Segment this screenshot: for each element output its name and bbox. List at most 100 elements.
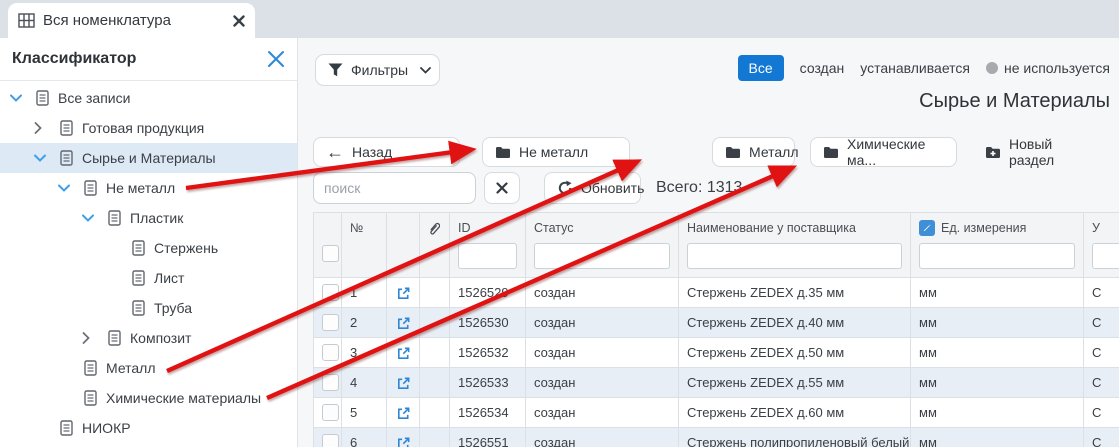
column-label: Наименование у поставщика [687, 219, 902, 237]
row-num: 4 [342, 368, 387, 398]
search-input[interactable] [313, 172, 476, 204]
row-checkbox[interactable] [322, 404, 339, 421]
back-button[interactable]: ← Назад [313, 137, 460, 167]
row-last: С [1084, 338, 1119, 368]
refresh-button[interactable]: Обновить [544, 172, 641, 204]
external-link-icon[interactable] [396, 346, 411, 361]
tree-item-sterzhen[interactable]: Стержень [0, 233, 297, 263]
id-filter-input[interactable] [458, 243, 517, 269]
tree-item-niokr[interactable]: НИОКР [0, 413, 297, 443]
table-row[interactable]: 5 1526534 создан Стержень ZEDEX д.60 мм … [314, 398, 1119, 428]
row-status: создан [526, 308, 679, 338]
name-filter-input[interactable] [687, 243, 902, 269]
refresh-icon [557, 180, 573, 196]
new-section-label: Новый раздел [1009, 136, 1091, 168]
row-num: 1 [342, 278, 387, 308]
chevron-down-icon[interactable] [82, 214, 108, 222]
table-row[interactable]: 1 1526529 создан Стержень ZEDEX д.35 мм … [314, 278, 1119, 308]
row-id: 1526529 [450, 278, 526, 308]
section-button-himicheskie[interactable]: Химические ма... [810, 137, 957, 167]
classifier-tree: Все записи Готовая продукция Сырье и Мат… [0, 81, 297, 443]
status-filter-all[interactable]: Все [738, 55, 784, 81]
document-icon [84, 180, 106, 196]
external-link-icon[interactable] [396, 376, 411, 391]
row-checkbox[interactable] [322, 284, 339, 301]
row-status: создан [526, 368, 679, 398]
new-section-button[interactable]: Новый раздел [973, 137, 1103, 167]
tree-item-list[interactable]: Лист [0, 263, 297, 293]
chevron-right-icon[interactable] [82, 332, 108, 344]
tree-item-himicheskie-materialy[interactable]: Химические материалы [0, 383, 297, 413]
open-cell [387, 278, 420, 308]
tree-item-label: Стержень [154, 240, 218, 256]
chevron-down-icon[interactable] [34, 154, 60, 162]
classifier-panel: Классификатор Все записи Готовая продукц… [0, 38, 298, 447]
tab-all-nomenclature[interactable]: Вся номенклатура [8, 3, 255, 38]
classifier-title: Классификатор [12, 50, 267, 68]
tree-item-label: Лист [154, 270, 184, 286]
tree-item-metall[interactable]: Металл [0, 353, 297, 383]
document-icon [84, 360, 106, 376]
tree-item-vse-zapisi[interactable]: Все записи [0, 83, 297, 113]
external-link-icon[interactable] [396, 286, 411, 301]
section-button-label: Не металл [519, 144, 588, 160]
app-window: Вся номенклатура Классификатор Все запис… [0, 0, 1119, 447]
table-row[interactable]: 6 1526551 создан Стержень полипропиленов… [314, 428, 1119, 447]
tree-item-gotovaya-produkcia[interactable]: Готовая продукция [0, 113, 297, 143]
chevron-down-icon [420, 67, 431, 74]
edit-icon[interactable] [919, 220, 935, 236]
tree-item-truba[interactable]: Труба [0, 293, 297, 323]
open-cell [387, 368, 420, 398]
external-link-icon[interactable] [396, 436, 411, 447]
document-icon [36, 90, 58, 106]
row-checkbox[interactable] [322, 314, 339, 331]
classifier-close-icon[interactable] [267, 50, 285, 68]
document-icon [60, 150, 82, 166]
clear-search-button[interactable] [484, 172, 520, 204]
grid-icon [18, 13, 35, 28]
section-button-ne-metall[interactable]: Не металл [482, 137, 630, 167]
tree-item-kompozit[interactable]: Композит [0, 323, 297, 353]
table-row[interactable]: 2 1526530 создан Стержень ZEDEX д.40 мм … [314, 308, 1119, 338]
attachment-cell [420, 428, 450, 447]
row-unit: мм [911, 368, 1084, 398]
external-link-icon[interactable] [396, 406, 411, 421]
tree-item-plastik[interactable]: Пластик [0, 203, 297, 233]
row-id: 1526530 [450, 308, 526, 338]
status-filter-ne-ispolzuetsya[interactable]: не используется [986, 60, 1110, 76]
main-panel: Фильтры Все создан устанавливается не ис… [298, 38, 1119, 447]
status-filter-input[interactable] [534, 243, 670, 269]
last-filter-input[interactable] [1092, 243, 1119, 269]
chevron-down-icon[interactable] [58, 184, 84, 192]
table-row[interactable]: 4 1526533 создан Стержень ZEDEX д.55 мм … [314, 368, 1119, 398]
row-checkbox[interactable] [322, 344, 339, 361]
tree-item-ne-metall[interactable]: Не металл [0, 173, 297, 203]
row-checkbox[interactable] [322, 374, 339, 391]
table-header-row: № ID Статус [314, 213, 1119, 278]
document-icon [84, 390, 106, 406]
chevron-down-icon[interactable] [10, 94, 36, 102]
row-status: создан [526, 398, 679, 428]
unit-filter-input[interactable] [919, 243, 1075, 269]
classifier-header: Классификатор [0, 38, 297, 81]
filter-icon [328, 63, 343, 77]
tab-close-icon[interactable] [233, 15, 245, 27]
chevron-right-icon[interactable] [34, 122, 60, 134]
filters-button[interactable]: Фильтры [315, 54, 440, 86]
attachment-cell [420, 338, 450, 368]
table-row[interactable]: 3 1526532 создан Стержень ZEDEX д.50 мм … [314, 338, 1119, 368]
document-icon [60, 420, 82, 436]
status-filter-ustanavlivaetsya[interactable]: устанавливается [860, 60, 970, 76]
select-all-checkbox[interactable] [322, 245, 339, 262]
tree-item-syrye-i-materialy[interactable]: Сырье и Материалы [0, 143, 297, 173]
section-button-metall[interactable]: Металл [712, 137, 795, 167]
row-name: Стержень ZEDEX д.50 мм [679, 338, 911, 368]
status-filter-sozdan[interactable]: создан [800, 60, 845, 76]
row-id: 1526533 [450, 368, 526, 398]
row-num: 5 [342, 398, 387, 428]
external-link-icon[interactable] [396, 316, 411, 331]
row-checkbox[interactable] [322, 434, 339, 447]
filters-label: Фильтры [351, 62, 408, 78]
header-num: № [342, 213, 387, 278]
attachment-cell [420, 368, 450, 398]
